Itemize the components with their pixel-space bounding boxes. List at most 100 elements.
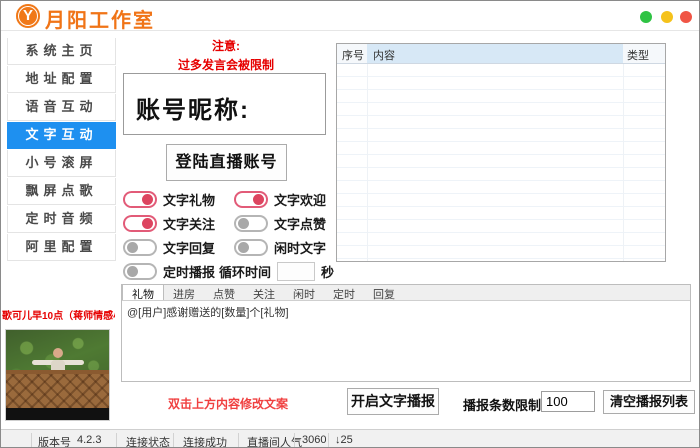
toggle-knob <box>127 266 138 277</box>
sidebar-item-label: 定时音频 <box>25 211 97 226</box>
clear-broadcast-list-button[interactable]: 清空播报列表 <box>603 390 695 414</box>
sidebar-item-timed-audio[interactable]: 定时音频 <box>7 206 116 233</box>
logo-letter: Y <box>23 7 33 24</box>
broadcast-limit-label: 播报条数限制 <box>463 395 541 414</box>
window-control-green[interactable] <box>640 11 652 23</box>
tab-idle[interactable]: 闲时 <box>284 285 324 300</box>
sidebar-item-voice-interaction[interactable]: 语音互动 <box>7 94 116 121</box>
status-divider <box>238 433 239 447</box>
tab-follow[interactable]: 关注 <box>244 285 284 300</box>
toggle-text-follow[interactable] <box>123 215 157 232</box>
toggle-knob <box>142 218 153 229</box>
sidebar-item-label: 文字互动 <box>25 127 97 142</box>
window-title: 月阳工作室 <box>45 4 155 33</box>
version-label: 版本号 <box>38 434 71 448</box>
toggle-knob <box>253 194 264 205</box>
status-divider <box>31 433 32 447</box>
connection-status-label: 连接状态 <box>126 434 170 448</box>
status-divider <box>328 433 329 447</box>
toggle-row-text-welcome: 文字欢迎 <box>234 189 326 209</box>
loop-time-group: 循环时间 秒 <box>219 260 334 282</box>
tab-like[interactable]: 点赞 <box>204 285 244 300</box>
toggle-knob <box>238 242 249 253</box>
toggle-timed-broadcast[interactable] <box>123 263 157 280</box>
loop-time-input[interactable] <box>277 262 315 281</box>
toggle-label: 文字关注 <box>163 214 215 233</box>
schedule-notice: 歌可儿早10点（蒋师情感小 <box>2 307 115 322</box>
tab-gift[interactable]: 礼物 <box>122 285 164 300</box>
tab-enter-room[interactable]: 进房 <box>164 285 204 300</box>
sidebar-item-label: 飘屏点歌 <box>25 183 97 198</box>
toggle-knob <box>127 242 138 253</box>
toggle-text-gift[interactable] <box>123 191 157 208</box>
connection-status-value: 连接成功 <box>183 434 227 448</box>
window-control-red[interactable] <box>680 11 692 23</box>
tab-reply[interactable]: 回复 <box>364 285 404 300</box>
start-text-broadcast-button[interactable]: 开启文字播报 <box>347 388 439 415</box>
popularity-value: 3060 <box>302 434 326 446</box>
account-nickname-box: 账号昵称: <box>123 73 326 135</box>
sidebar-item-label: 地址配置 <box>25 71 97 86</box>
account-nickname-label: 账号昵称: <box>136 90 250 125</box>
wooden-fence <box>6 370 109 408</box>
app-logo-icon: Y <box>16 4 40 28</box>
status-divider <box>294 433 295 447</box>
template-content[interactable]: @[用户]感谢赠送的[数量]个[礼物] <box>122 300 690 381</box>
toggle-idle-text[interactable] <box>234 239 268 256</box>
toggle-row-text-like: 文字点赞 <box>234 213 326 233</box>
sidebar-item-label: 小号滚屏 <box>25 155 97 170</box>
column-divider <box>623 64 624 261</box>
broadcast-table-body <box>337 64 665 261</box>
toggle-text-welcome[interactable] <box>234 191 268 208</box>
sidebar-item-label: 语音互动 <box>25 99 97 114</box>
loop-time-unit: 秒 <box>321 262 334 281</box>
window-control-yellow[interactable] <box>661 11 673 23</box>
toggle-label: 文字点赞 <box>274 214 326 233</box>
template-tabs: 礼物 进房 点赞 关注 闲时 定时 回复 <box>122 285 690 300</box>
sidebar-item-ali-config[interactable]: 阿里配置 <box>7 234 116 261</box>
titlebar: Y 月阳工作室 <box>1 1 699 31</box>
broadcast-table[interactable]: 序号 内容 类型 <box>336 43 666 262</box>
warning-text: 过多发言会被限制 <box>141 56 311 73</box>
video-bottom-bar <box>6 408 109 420</box>
statusbar: 版本号 4.2.3 连接状态 连接成功 直播间人气 3060 ↓25 <box>1 429 699 448</box>
toggle-row-text-reply: 文字回复 <box>123 237 215 257</box>
toggle-text-reply[interactable] <box>123 239 157 256</box>
app-window: Y 月阳工作室 系统主页 地址配置 语音互动 文字互动 小号滚屏 飘屏点歌 定时… <box>0 0 700 448</box>
sidebar-item-text-interaction[interactable]: 文字互动 <box>7 122 116 149</box>
person-head <box>53 348 63 358</box>
sidebar-item-system-home[interactable]: 系统主页 <box>7 38 116 65</box>
toggle-label: 文字欢迎 <box>274 190 326 209</box>
sidebar-item-alt-account-scroll[interactable]: 小号滚屏 <box>7 150 116 177</box>
column-header-index[interactable]: 序号 <box>337 44 367 63</box>
tab-timed[interactable]: 定时 <box>324 285 364 300</box>
column-divider <box>367 64 368 261</box>
status-divider <box>116 433 117 447</box>
toggle-knob <box>142 194 153 205</box>
loop-time-label: 循环时间 <box>219 262 271 281</box>
toggle-label: 定时播报 <box>163 262 215 281</box>
warning-title: 注意: <box>181 37 271 54</box>
version-value: 4.2.3 <box>77 434 101 446</box>
toggle-row-text-follow: 文字关注 <box>123 213 215 233</box>
toggle-label: 文字礼物 <box>163 190 215 209</box>
popularity-delta: ↓25 <box>335 434 353 446</box>
toggle-row-idle-text: 闲时文字 <box>234 237 326 257</box>
toggle-row-text-gift: 文字礼物 <box>123 189 215 209</box>
toggle-text-like[interactable] <box>234 215 268 232</box>
column-header-content[interactable]: 内容 <box>367 44 623 63</box>
video-thumbnail[interactable] <box>5 329 110 421</box>
sidebar-item-label: 阿里配置 <box>25 239 97 254</box>
edit-hint: 双击上方内容修改文案 <box>168 395 288 412</box>
sidebar-item-float-screen-song[interactable]: 飘屏点歌 <box>7 178 116 205</box>
toggle-knob <box>238 218 249 229</box>
toggle-row-timed-broadcast: 定时播报 <box>123 261 215 281</box>
broadcast-limit-input[interactable] <box>541 391 595 412</box>
column-header-type[interactable]: 类型 <box>623 44 665 63</box>
login-live-account-button[interactable]: 登陆直播账号 <box>166 144 287 181</box>
sidebar-item-label: 系统主页 <box>25 43 97 58</box>
status-divider <box>173 433 174 447</box>
toggle-label: 文字回复 <box>163 238 215 257</box>
sidebar-item-address-config[interactable]: 地址配置 <box>7 66 116 93</box>
toggle-label: 闲时文字 <box>274 238 326 257</box>
